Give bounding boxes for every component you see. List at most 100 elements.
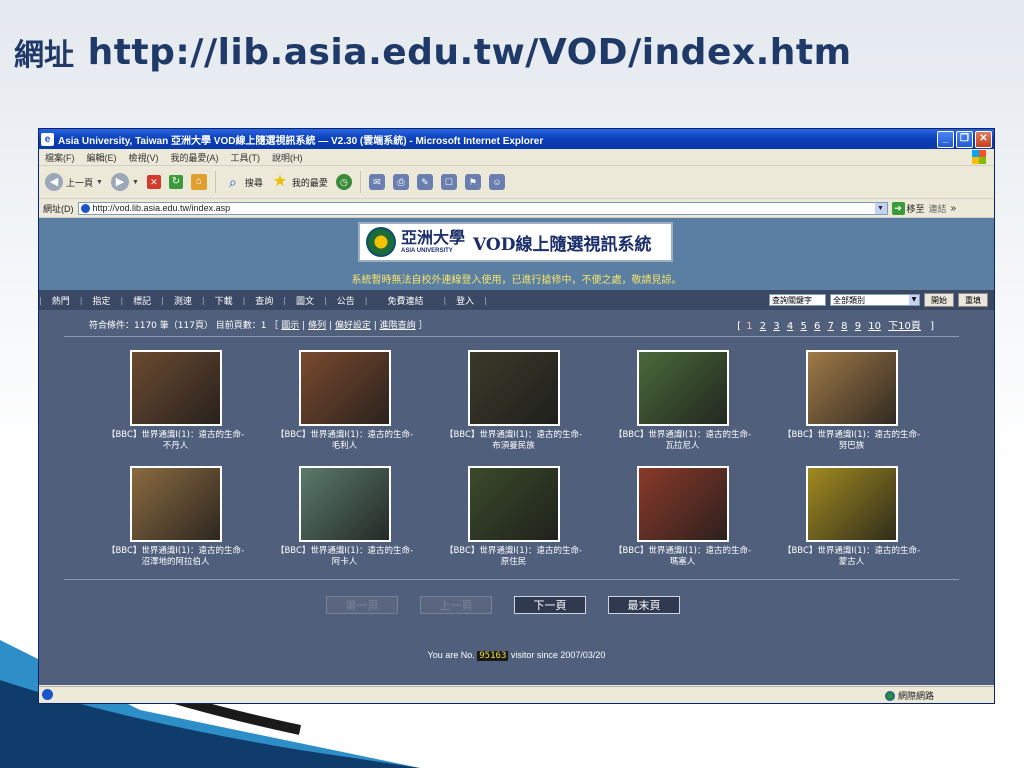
video-item[interactable]: 【BBC】世界通識I(1)：遠古的生命- 布須曼民族: [429, 350, 598, 452]
page-link[interactable]: 3: [773, 321, 779, 332]
refresh-icon[interactable]: ↻: [168, 175, 183, 189]
video-title-line1[interactable]: 【BBC】世界通識I(1)：遠古的生命-: [260, 546, 429, 557]
nav-login[interactable]: 登入: [446, 294, 484, 307]
keyword-search-input[interactable]: 查詢關鍵字: [769, 294, 826, 306]
page-link[interactable]: 4: [787, 321, 793, 332]
video-thumbnail[interactable]: [467, 466, 560, 542]
video-title-line1[interactable]: 【BBC】世界通識I(1)：遠古的生命-: [260, 430, 429, 441]
next-page-button[interactable]: 下一頁: [514, 596, 586, 614]
menu-edit[interactable]: 編輯(E): [87, 151, 117, 164]
menu-help[interactable]: 說明(H): [272, 151, 303, 164]
stop-icon[interactable]: ✕: [146, 175, 161, 189]
print-icon[interactable]: ⎙: [392, 174, 409, 190]
go-button[interactable]: ➜ 移至: [891, 201, 925, 215]
maximize-button[interactable]: ❐: [956, 131, 973, 148]
preferences-link[interactable]: 偏好設定: [335, 321, 371, 331]
video-title-line1[interactable]: 【BBC】世界通識I(1)：遠古的生命-: [767, 546, 936, 557]
video-thumbnail[interactable]: [298, 350, 391, 426]
view-list-link[interactable]: 條列: [308, 321, 326, 331]
next-10-pages-link[interactable]: 下10頁: [888, 321, 921, 332]
video-title-line2[interactable]: 沼澤地的阿拉伯人: [91, 557, 260, 568]
advanced-search-link[interactable]: 進階查詢: [380, 321, 416, 331]
video-title-line1[interactable]: 【BBC】世界通識I(1)：遠古的生命-: [429, 430, 598, 441]
video-thumbnail[interactable]: [805, 466, 898, 542]
video-thumbnail[interactable]: [298, 466, 391, 542]
video-title-line1[interactable]: 【BBC】世界通識I(1)：遠古的生命-: [598, 430, 767, 441]
edit-icon[interactable]: ✎: [416, 174, 433, 190]
menu-view[interactable]: 檢視(V): [129, 151, 159, 164]
video-thumbnail[interactable]: [636, 350, 729, 426]
links-label[interactable]: 連結: [929, 202, 947, 215]
forward-button[interactable]: ▶ ▼: [110, 173, 139, 191]
video-title-line1[interactable]: 【BBC】世界通識I(1)：遠古的生命-: [91, 430, 260, 441]
video-thumbnail[interactable]: [129, 350, 222, 426]
page-link[interactable]: 9: [855, 321, 861, 332]
video-title-line2[interactable]: 布須曼民族: [429, 441, 598, 452]
window-titlebar[interactable]: e Asia University, Taiwan 亞洲大學 VOD線上隨選視訊…: [39, 129, 994, 149]
discuss-icon[interactable]: ☐: [440, 174, 457, 190]
video-item[interactable]: 【BBC】世界通識I(1)：遠古的生命- 阿卡人: [260, 466, 429, 568]
page-link[interactable]: 6: [814, 321, 820, 332]
search-button[interactable]: ⌕ 搜尋: [224, 173, 263, 191]
nav-assigned[interactable]: 指定: [82, 294, 120, 307]
page-link[interactable]: 10: [868, 321, 881, 332]
video-title-line2[interactable]: 瓦拉尼人: [598, 441, 767, 452]
view-icons-link[interactable]: 圖示: [281, 321, 299, 331]
chevron-right-icon[interactable]: »: [951, 203, 957, 214]
video-item[interactable]: 【BBC】世界通識I(1)：遠古的生命- 不丹人: [91, 350, 260, 452]
video-thumbnail[interactable]: [129, 466, 222, 542]
first-page-button[interactable]: 第一頁: [326, 596, 398, 614]
favorites-button[interactable]: ★ 我的最愛: [271, 173, 328, 191]
menu-favorites[interactable]: 我的最愛(A): [171, 151, 219, 164]
nav-query[interactable]: 查詢: [245, 294, 283, 307]
page-link[interactable]: 8: [841, 321, 847, 332]
video-title-line1[interactable]: 【BBC】世界通識I(1)：遠古的生命-: [91, 546, 260, 557]
video-thumbnail[interactable]: [636, 466, 729, 542]
site-logo[interactable]: 亞洲大學 ASIA UNIVERSITY VOD線上隨選視訊系統: [358, 222, 673, 262]
category-select[interactable]: 全部類別 ▼: [830, 294, 920, 306]
video-title-line2[interactable]: 原住民: [429, 557, 598, 568]
nav-graphics[interactable]: 圖文: [286, 294, 324, 307]
nav-popular[interactable]: 熱門: [42, 294, 80, 307]
start-search-button[interactable]: 開始: [924, 293, 954, 307]
menu-tools[interactable]: 工具(T): [231, 151, 261, 164]
chevron-down-icon[interactable]: ▼: [874, 202, 887, 214]
video-title-line2[interactable]: 努巴族: [767, 441, 936, 452]
video-item[interactable]: 【BBC】世界通識I(1)：遠古的生命- 瓦拉尼人: [598, 350, 767, 452]
page-link[interactable]: 7: [828, 321, 834, 332]
page-link[interactable]: 5: [800, 321, 806, 332]
nav-announcements[interactable]: 公告: [327, 294, 365, 307]
messenger-icon[interactable]: ☺: [488, 174, 505, 190]
video-item[interactable]: 【BBC】世界通識I(1)：遠古的生命- 原住民: [429, 466, 598, 568]
nav-speedtest[interactable]: 測速: [164, 294, 202, 307]
video-title-line2[interactable]: 阿卡人: [260, 557, 429, 568]
home-icon[interactable]: ⌂: [190, 174, 207, 190]
video-title-line2[interactable]: 毛利人: [260, 441, 429, 452]
address-input[interactable]: http://vod.lib.asia.edu.tw/index.asp ▼: [77, 201, 888, 215]
menu-file[interactable]: 檔案(F): [45, 151, 75, 164]
close-button[interactable]: ✕: [975, 131, 992, 148]
back-button[interactable]: ◀ 上一頁 ▼: [45, 173, 103, 191]
video-item[interactable]: 【BBC】世界通識I(1)：遠古的生命- 沼澤地的阿拉伯人: [91, 466, 260, 568]
video-thumbnail[interactable]: [805, 350, 898, 426]
reset-button[interactable]: 重填: [958, 293, 988, 307]
history-icon[interactable]: ◷: [335, 174, 352, 190]
video-item[interactable]: 【BBC】世界通識I(1)：遠古的生命- 瑪塞人: [598, 466, 767, 568]
nav-download[interactable]: 下載: [205, 294, 243, 307]
video-title-line2[interactable]: 瑪塞人: [598, 557, 767, 568]
mail-icon[interactable]: ✉: [368, 174, 385, 190]
last-page-button[interactable]: 最末頁: [608, 596, 680, 614]
video-item[interactable]: 【BBC】世界通識I(1)：遠古的生命- 毛利人: [260, 350, 429, 452]
research-icon[interactable]: ⚑: [464, 174, 481, 190]
video-title-line1[interactable]: 【BBC】世界通識I(1)：遠古的生命-: [598, 546, 767, 557]
video-title-line1[interactable]: 【BBC】世界通識I(1)：遠古的生命-: [767, 430, 936, 441]
page-link[interactable]: 2: [760, 321, 766, 332]
minimize-button[interactable]: _: [937, 131, 954, 148]
nav-free-links[interactable]: 免費連結: [367, 294, 443, 307]
prev-page-button[interactable]: 上一頁: [420, 596, 492, 614]
video-title-line2[interactable]: 蒙古人: [767, 557, 936, 568]
video-item[interactable]: 【BBC】世界通識I(1)：遠古的生命- 蒙古人: [767, 466, 936, 568]
video-thumbnail[interactable]: [467, 350, 560, 426]
nav-tagged[interactable]: 標記: [123, 294, 161, 307]
video-title-line1[interactable]: 【BBC】世界通識I(1)：遠古的生命-: [429, 546, 598, 557]
